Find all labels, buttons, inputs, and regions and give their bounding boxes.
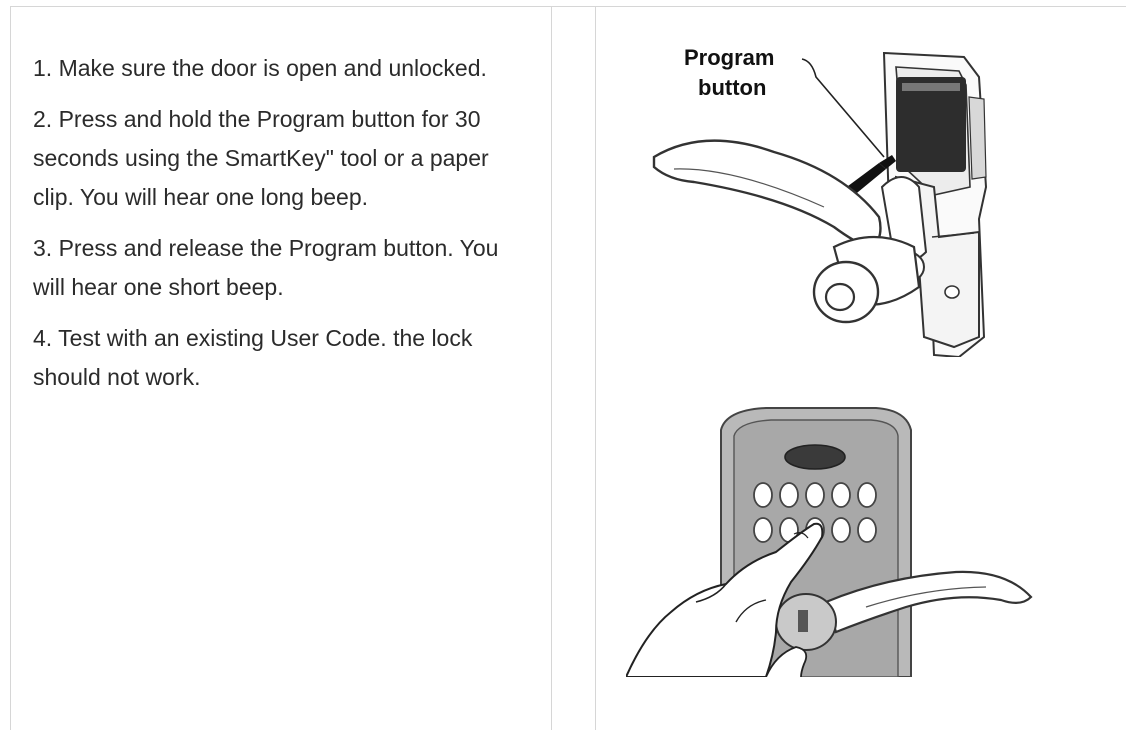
steps-list: 1. Make sure the door is open and unlock… (33, 49, 533, 409)
step-2: 2. Press and hold the Program button for… (33, 106, 489, 210)
lever-lock-illustration: Program button (634, 37, 1014, 357)
step-3: 3. Press and release the Program button.… (33, 235, 499, 300)
keypad-illustration (626, 392, 1046, 677)
column-gap (551, 7, 595, 730)
instruction-table: 1. Make sure the door is open and unlock… (10, 6, 1126, 730)
lever-lock-icon: Program button (652, 45, 988, 357)
illustration-column: Program button (595, 7, 1126, 730)
steps-column: 1. Make sure the door is open and unlock… (10, 7, 552, 730)
step-1: 1. Make sure the door is open and unlock… (33, 55, 487, 81)
program-label-line2: button (698, 75, 766, 100)
keypad-hand-icon (626, 407, 1033, 677)
program-label-line1: Program (684, 45, 774, 70)
step-4: 4. Test with an existing User Code. the … (33, 325, 473, 390)
